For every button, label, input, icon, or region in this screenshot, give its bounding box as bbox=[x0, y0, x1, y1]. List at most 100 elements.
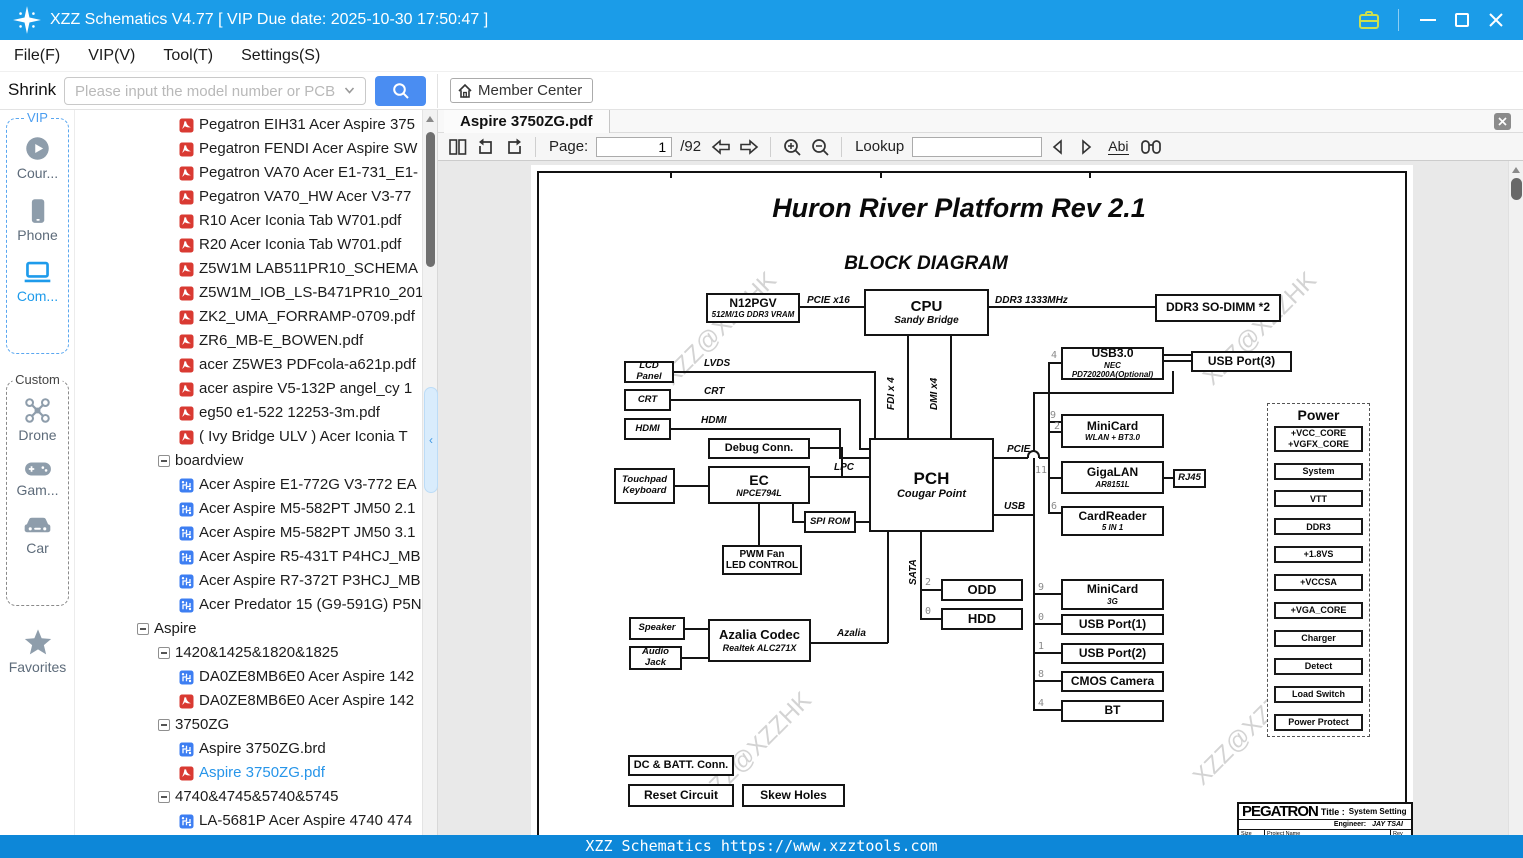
collapse-panel-handle[interactable]: ‹ bbox=[424, 387, 438, 493]
tree-item[interactable]: boardview bbox=[75, 449, 422, 473]
sidebar-item-phone[interactable]: Phone bbox=[7, 197, 68, 243]
box-title: ODD bbox=[967, 581, 997, 597]
power-rail-box: DDR3 bbox=[1274, 518, 1363, 536]
collapse-minus-icon[interactable] bbox=[158, 719, 170, 731]
previous-page-button[interactable] bbox=[709, 135, 733, 159]
viewer-scrollbar[interactable] bbox=[1508, 161, 1523, 835]
zoom-out-button[interactable] bbox=[808, 135, 832, 159]
search-button[interactable] bbox=[375, 76, 426, 106]
tree-item[interactable]: Acer Predator 15 (G9-591G) P5N bbox=[75, 593, 422, 617]
tree-item[interactable]: acer aspire V5-132P angel_cy 1 bbox=[75, 377, 422, 401]
sidebar-item-car[interactable]: Car bbox=[7, 514, 68, 556]
wire bbox=[671, 399, 859, 401]
close-button[interactable] bbox=[1479, 6, 1513, 34]
sidebar-item-game[interactable]: Gam... bbox=[7, 459, 68, 498]
tree-scrollbar-thumb[interactable] bbox=[426, 132, 435, 267]
page-number-input[interactable] bbox=[596, 136, 673, 157]
play-circle-icon bbox=[24, 135, 51, 162]
binoculars-search-icon[interactable] bbox=[1139, 135, 1163, 159]
box-subtitle: WLAN + BT3.0 bbox=[1085, 433, 1140, 443]
collapse-minus-icon[interactable] bbox=[137, 623, 149, 635]
scroll-up-arrow-icon[interactable] bbox=[1512, 167, 1520, 173]
sidebar-item-favorites[interactable]: Favorites bbox=[0, 628, 75, 675]
scroll-up-arrow-icon[interactable] bbox=[426, 116, 434, 122]
tree-item[interactable]: DA0ZE8MB6E0 Acer Aspire 142 bbox=[75, 665, 422, 689]
tree-item[interactable]: Acer Aspire R5-431T P4HCJ_MB bbox=[75, 545, 422, 569]
diagram-subtitle: BLOCK DIAGRAM bbox=[844, 253, 1008, 274]
diagram-box-rj45: RJ45 bbox=[1173, 469, 1206, 488]
tree-item[interactable]: Acer Aspire M5-582PT JM50 3.1 bbox=[75, 521, 422, 545]
drone-icon bbox=[24, 397, 51, 424]
box-title: Azalia Codec bbox=[719, 626, 800, 642]
power-rail-box: Charger bbox=[1274, 630, 1363, 648]
tree-item[interactable]: Aspire bbox=[75, 617, 422, 641]
tree-item[interactable]: ZR6_MB-E_BOWEN.pdf bbox=[75, 329, 422, 353]
box-title: USB Port(1) bbox=[1078, 616, 1147, 631]
tree-item[interactable]: Acer Aspire R7-372T P3HCJ_MB bbox=[75, 569, 422, 593]
box-title: LCD Panel bbox=[636, 360, 662, 382]
box-subtitle: 3G bbox=[1107, 596, 1118, 606]
pdf-file-icon bbox=[179, 238, 194, 253]
wire bbox=[1048, 362, 1050, 514]
menu-tool[interactable]: Tool(T) bbox=[149, 47, 227, 65]
tree-item[interactable]: 4740&4745&5740&5745 bbox=[75, 785, 422, 809]
maximize-button[interactable] bbox=[1445, 6, 1479, 34]
tree-item[interactable]: Pegatron EIH31 Acer Aspire 375 bbox=[75, 113, 422, 137]
tree-item[interactable]: Z5W1M_IOB_LS-B471PR10_2014 bbox=[75, 281, 422, 305]
pdf-page[interactable]: XZZ@XZZHK XZZ@XZZHK XZZ@XZZHK XZZ@XZZHK … bbox=[531, 165, 1413, 835]
toolbox-icon[interactable] bbox=[1352, 6, 1386, 34]
shrink-button[interactable]: Shrink bbox=[8, 80, 56, 100]
match-case-toggle[interactable]: Abi bbox=[1108, 138, 1129, 155]
wire bbox=[907, 336, 909, 438]
tree-item[interactable]: Aspire 3750ZG.brd bbox=[75, 737, 422, 761]
rotate-left-button[interactable] bbox=[474, 135, 498, 159]
power-rail-box: +VCC_CORE +VGFX_CORE bbox=[1274, 426, 1363, 452]
tree-item[interactable]: acer Z5WE3 PDFcola-a621p.pdf bbox=[75, 353, 422, 377]
collapse-minus-icon[interactable] bbox=[158, 647, 170, 659]
tree-item[interactable]: Aspire 3750ZG.pdf bbox=[75, 761, 422, 785]
lookup-input[interactable] bbox=[912, 136, 1043, 157]
sidebar-item-computer[interactable]: Com... bbox=[7, 259, 68, 304]
collapse-minus-icon[interactable] bbox=[158, 791, 170, 803]
tree-item[interactable]: LA-5681P Acer Aspire 4740 474 bbox=[75, 809, 422, 833]
window-title: XZZ Schematics V4.77 [ VIP Due date: 202… bbox=[50, 11, 489, 28]
tree-item[interactable]: Acer Aspire E1-772G V3-772 EA bbox=[75, 473, 422, 497]
collapse-minus-icon[interactable] bbox=[158, 455, 170, 467]
menu-settings[interactable]: Settings(S) bbox=[227, 47, 334, 65]
wire-count-label: 6 bbox=[1051, 501, 1058, 512]
minimize-button[interactable] bbox=[1411, 6, 1445, 34]
tree-item[interactable]: Z5W1M LAB511PR10_SCHEMA bbox=[75, 257, 422, 281]
tab-aspire-3750zg-pdf[interactable]: Aspire 3750ZG.pdf bbox=[444, 110, 610, 133]
close-document-icon[interactable] bbox=[1494, 113, 1511, 130]
tree-item[interactable]: R10 Acer Iconia Tab W701.pdf bbox=[75, 209, 422, 233]
tree-item[interactable]: R20 Acer Iconia Tab W701.pdf bbox=[75, 233, 422, 257]
box-subtitle: NEC PD720200A(Optional) bbox=[1071, 361, 1154, 380]
tree-item[interactable]: Pegatron VA70 Acer E1-731_E1- bbox=[75, 161, 422, 185]
member-center-button[interactable]: Member Center bbox=[450, 78, 594, 103]
tree-item[interactable]: DA0ZE8MB6E0 Acer Aspire 142 bbox=[75, 689, 422, 713]
tree-item[interactable]: ZK2_UMA_FORRAMP-0709.pdf bbox=[75, 305, 422, 329]
tree-item[interactable]: Acer Aspire M5-582PT JM50 2.1 bbox=[75, 497, 422, 521]
diagram-box-azalia-codec: Azalia Codec Realtek ALC271X bbox=[708, 619, 811, 662]
viewer-canvas[interactable]: XZZ@XZZHK XZZ@XZZHK XZZ@XZZHK XZZ@XZZHK … bbox=[438, 161, 1523, 835]
tree-item[interactable]: eg50 e1-522 12253-3m.pdf bbox=[75, 401, 422, 425]
find-next-button[interactable] bbox=[1074, 135, 1098, 159]
search-input[interactable] bbox=[64, 77, 366, 105]
tree-item[interactable]: 1420&1425&1820&1825 bbox=[75, 641, 422, 665]
two-page-view-button[interactable] bbox=[446, 135, 470, 159]
menu-vip[interactable]: VIP(V) bbox=[74, 47, 149, 65]
sidebar-item-drone[interactable]: Drone bbox=[7, 397, 68, 443]
app-window: XZZ Schematics V4.77 [ VIP Due date: 202… bbox=[0, 0, 1523, 858]
sidebar-item-courses[interactable]: Cour... bbox=[7, 135, 68, 181]
rotate-right-button[interactable] bbox=[502, 135, 526, 159]
tree-item[interactable]: Pegatron FENDI Acer Aspire SW bbox=[75, 137, 422, 161]
find-previous-button[interactable] bbox=[1046, 135, 1070, 159]
tree-item[interactable]: ( Ivy Bridge ULV ) Acer Iconia T bbox=[75, 425, 422, 449]
tree-item[interactable]: 3750ZG bbox=[75, 713, 422, 737]
menu-file[interactable]: File(F) bbox=[0, 47, 74, 65]
zoom-in-button[interactable] bbox=[780, 135, 804, 159]
viewer-scrollbar-thumb[interactable] bbox=[1511, 178, 1522, 200]
next-page-button[interactable] bbox=[737, 135, 761, 159]
pdf-viewer: Aspire 3750ZG.pdf Page: /92 Lookup bbox=[437, 110, 1523, 835]
tree-item[interactable]: Pegatron VA70_HW Acer V3-77 bbox=[75, 185, 422, 209]
